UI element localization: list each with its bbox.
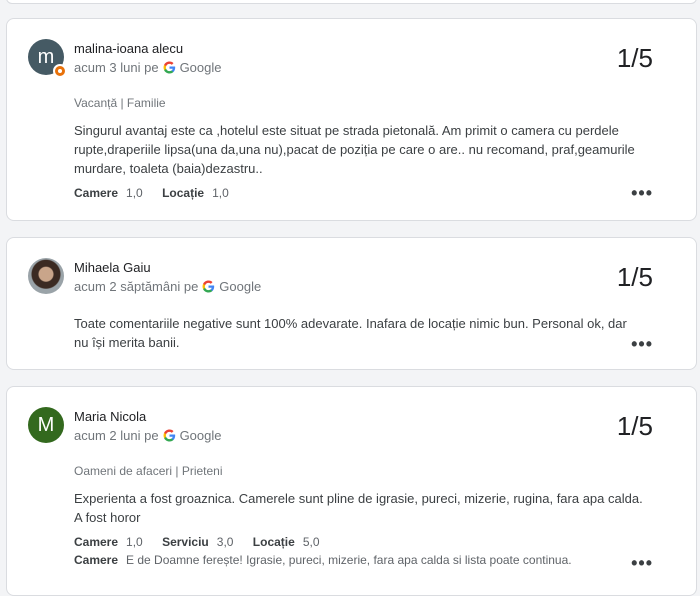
- previous-card-edge: [6, 0, 697, 4]
- more-horiz-icon[interactable]: •••: [631, 334, 653, 355]
- aspect-note-label: Camere: [74, 553, 119, 567]
- avatar-letter: m: [37, 46, 55, 68]
- aspect-label: Camere: [74, 535, 119, 549]
- trip-tags: Oameni de afaceri | Prieteni: [74, 464, 223, 478]
- review-card: m malina-ioana alecu acum 3 luni pe Goog…: [6, 18, 697, 221]
- aspect-value: 3,0: [216, 535, 234, 549]
- review-meta: acum 3 luni pe Google: [74, 60, 221, 75]
- author-name[interactable]: malina-ioana alecu: [74, 41, 183, 56]
- review-meta: acum 2 luni pe Google: [74, 428, 221, 443]
- review-card: Mihaela Gaiu acum 2 săptămâni pe Google …: [6, 237, 697, 370]
- aspect-note: Camere E de Doamne ferește! Igrasie, pure…: [74, 553, 572, 567]
- aspect-label: Locație: [252, 535, 295, 549]
- review-text: Singurul avantaj este ca ,hotelul este s…: [74, 123, 635, 176]
- review-text: Experienta a fost groaznica. Camerele su…: [74, 491, 643, 525]
- more-horiz-icon[interactable]: •••: [631, 183, 653, 204]
- avatar[interactable]: M: [28, 407, 64, 443]
- aspect-label: Serviciu: [162, 535, 209, 549]
- aspect-value: 1,0: [126, 535, 143, 549]
- avatar[interactable]: [28, 258, 64, 294]
- review-text: Toate comentariile negative sunt 100% ad…: [74, 316, 627, 350]
- avatar-letter: M: [37, 414, 55, 436]
- review-source: Google: [179, 428, 222, 443]
- review-time: acum 2 luni pe: [74, 428, 159, 443]
- trip-tags: Vacanță | Familie: [74, 96, 166, 110]
- google-icon: [163, 61, 175, 74]
- review-card: M Maria Nicola acum 2 luni pe Google 1/5…: [6, 386, 697, 596]
- rating: 1/5: [616, 43, 653, 73]
- google-icon: [163, 429, 175, 442]
- aspect-note-text: E de Doamne ferește! Igrasie, pureci, mi…: [126, 553, 572, 567]
- author-name[interactable]: Maria Nicola: [74, 409, 146, 424]
- aspect-value: 1,0: [212, 186, 229, 200]
- review-meta: acum 2 săptămâni pe Google: [74, 279, 261, 294]
- aspect-value: 1,0: [126, 186, 143, 200]
- review-time: acum 2 săptămâni pe: [74, 279, 199, 294]
- rating: 1/5: [616, 262, 653, 292]
- local-guide-badge-icon: [53, 64, 67, 78]
- review-time: acum 3 luni pe: [74, 60, 159, 75]
- rating: 1/5: [616, 411, 653, 441]
- avatar[interactable]: m: [28, 39, 67, 78]
- google-icon: [202, 280, 215, 293]
- author-name[interactable]: Mihaela Gaiu: [74, 260, 151, 275]
- aspect-ratings: Camere 1,0 Serviciu 3,0 Locație 5,0: [74, 535, 336, 549]
- aspect-ratings: Camere 1,0 Locație 1,0: [74, 186, 245, 200]
- aspect-label: Camere: [74, 186, 119, 200]
- aspect-label: Locație: [162, 186, 205, 200]
- review-source: Google: [179, 60, 222, 75]
- aspect-value: 5,0: [302, 535, 320, 549]
- more-horiz-icon[interactable]: •••: [631, 553, 653, 574]
- review-source: Google: [219, 279, 262, 294]
